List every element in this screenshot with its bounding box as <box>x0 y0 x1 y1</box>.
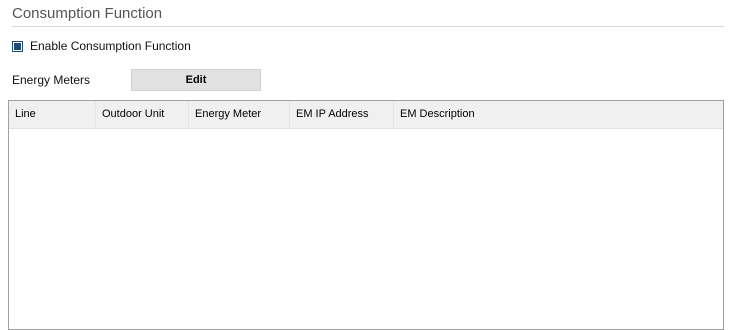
energy-meters-label: Energy Meters <box>12 73 91 87</box>
enable-consumption-checkbox[interactable] <box>12 40 23 52</box>
table-header: Line Outdoor Unit Energy Meter EM IP Add… <box>9 101 723 129</box>
column-header-em-description[interactable]: EM Description <box>394 101 723 128</box>
section-title: Consumption Function <box>12 5 163 22</box>
column-header-line[interactable]: Line <box>9 101 96 128</box>
edit-button[interactable]: Edit <box>131 69 261 91</box>
column-header-energy-meter[interactable]: Energy Meter <box>189 101 290 128</box>
section-header: Consumption Function <box>12 4 724 27</box>
enable-consumption-label[interactable]: Enable Consumption Function <box>30 38 191 54</box>
enable-consumption-row[interactable]: Enable Consumption Function <box>12 38 191 54</box>
column-header-em-ip-address[interactable]: EM IP Address <box>290 101 394 128</box>
energy-meters-table[interactable]: Line Outdoor Unit Energy Meter EM IP Add… <box>8 100 724 330</box>
column-header-outdoor-unit[interactable]: Outdoor Unit <box>96 101 189 128</box>
checkbox-checked-indicator <box>14 42 21 50</box>
